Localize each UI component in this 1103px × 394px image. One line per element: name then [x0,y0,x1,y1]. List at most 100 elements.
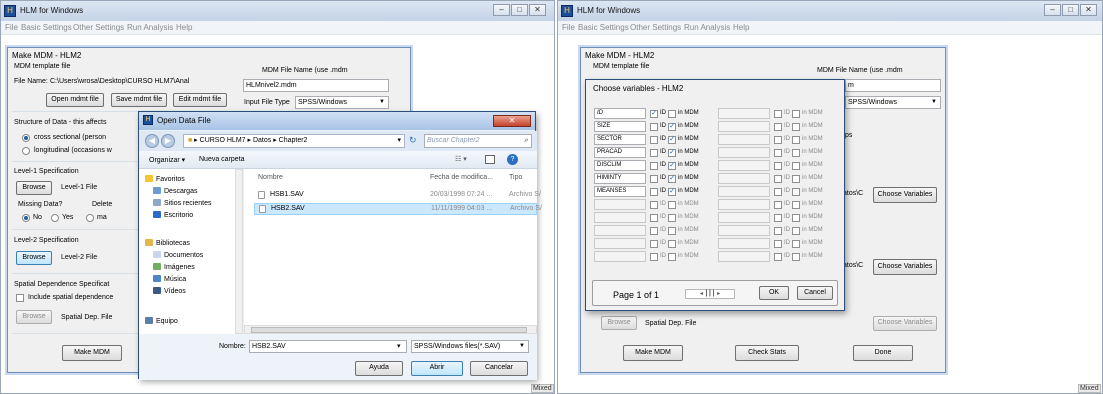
nav-videos[interactable]: Vídeos [153,287,186,295]
done-button[interactable]: Done [853,345,913,361]
variable-name-field[interactable] [594,251,646,262]
menu-file[interactable]: File [5,23,18,32]
nav-downloads[interactable]: Descargas [153,187,197,195]
dialog-close-icon[interactable]: ✕ [493,115,531,127]
choose-variables-level2-button[interactable]: Choose Variables [873,259,937,275]
variable-name-field[interactable] [718,121,770,132]
in-mdm-checkbox[interactable]: ✓ [668,136,676,144]
in-mdm-checkbox[interactable] [792,240,800,248]
variable-name-field[interactable] [718,147,770,158]
save-mdmt-button[interactable]: Save mdmt file [111,93,167,107]
variable-name-field[interactable]: SIZE [594,121,646,132]
in-mdm-checkbox[interactable] [792,227,800,235]
variable-name-field[interactable]: SECTOR [594,134,646,145]
view-options-icon[interactable]: ☷ ▾ [455,155,467,163]
in-mdm-checkbox[interactable] [792,123,800,131]
in-mdm-checkbox[interactable]: ✓ [668,149,676,157]
nav-desktop[interactable]: Escritorio [153,211,193,219]
longitudinal-radio[interactable] [22,147,30,155]
in-mdm-checkbox[interactable] [792,149,800,157]
close-icon[interactable]: ✕ [1080,4,1097,16]
id-checkbox[interactable] [774,162,782,170]
in-mdm-checkbox[interactable] [792,201,800,209]
close-icon[interactable]: ✕ [529,4,546,16]
minimize-icon[interactable]: – [1044,4,1061,16]
mdm-name-field[interactable]: HLMnivel2.mdm [243,79,389,92]
variable-name-field[interactable] [718,251,770,262]
browse-level2-button[interactable]: Browse [16,251,52,265]
variable-name-field[interactable] [718,173,770,184]
id-checkbox[interactable] [650,149,658,157]
id-checkbox[interactable] [650,162,658,170]
variable-name-field[interactable] [594,199,646,210]
nav-images[interactable]: Imágenes [153,263,195,271]
make-mdm-button[interactable]: Make MDM [62,345,122,361]
menu-other-settings[interactable]: Other Settings [630,23,681,32]
variable-name-field[interactable] [718,108,770,119]
nav-recent[interactable]: Sitios recientes [153,199,211,207]
make-mdm-button[interactable]: Make MDM [623,345,683,361]
chevron-down-icon[interactable]: ▾ [397,342,401,350]
back-icon[interactable]: ◀ [145,134,159,148]
maximize-icon[interactable]: □ [1062,4,1079,16]
in-mdm-checkbox[interactable] [668,214,676,222]
variable-name-field[interactable] [594,212,646,223]
preview-pane-icon[interactable] [485,155,495,164]
variable-name-field[interactable] [718,199,770,210]
missing-yes-radio[interactable] [51,214,59,222]
id-checkbox[interactable] [774,201,782,209]
id-checkbox[interactable] [774,240,782,248]
id-checkbox[interactable] [650,214,658,222]
horizontal-scrollbar[interactable] [244,325,537,334]
id-checkbox[interactable] [774,214,782,222]
in-mdm-checkbox[interactable] [792,162,800,170]
browse-spatial-button[interactable]: Browse [601,316,637,330]
dialog-title-bar[interactable]: H Open Data File ✕ [139,112,535,130]
open-button[interactable]: Abrir [411,361,463,376]
nav-music[interactable]: Música [153,275,186,283]
menu-file[interactable]: File [562,23,575,32]
refresh-icon[interactable]: ↻ [409,135,417,146]
variable-name-field[interactable]: MEANSES [594,186,646,197]
nav-libraries[interactable]: Bibliotecas [145,239,190,247]
in-mdm-checkbox[interactable] [668,240,676,248]
input-type-select[interactable]: SPSS/Windows [845,96,941,109]
file-row[interactable]: HSB1.SAV 20/03/1998 07:24 ... Archivo S/ [244,189,541,201]
in-mdm-checkbox[interactable]: ✓ [668,123,676,131]
organize-button[interactable]: Organizar ▾ [149,156,185,164]
id-checkbox[interactable] [774,110,782,118]
in-mdm-checkbox[interactable] [792,136,800,144]
choose-variables-level1-button[interactable]: Choose Variables [873,187,937,203]
in-mdm-checkbox[interactable] [792,175,800,183]
new-folder-button[interactable]: Nueva carpeta [199,156,245,163]
variable-name-field[interactable] [718,212,770,223]
maximize-icon[interactable]: □ [511,4,528,16]
id-checkbox[interactable] [650,136,658,144]
make-mdm-radio[interactable] [86,214,94,222]
variable-name-field[interactable] [718,134,770,145]
id-checkbox[interactable]: ✓ [650,110,658,118]
nav-computer[interactable]: Equipo [145,317,178,325]
in-mdm-checkbox[interactable] [792,214,800,222]
id-checkbox[interactable] [650,201,658,209]
page-scrollbar[interactable]: ◂ ┃┃┃ ▸ [685,289,735,299]
cross-sectional-radio[interactable] [22,134,30,142]
browse-level1-button[interactable]: Browse [16,181,52,195]
nav-favorites[interactable]: Favoritos [145,175,185,183]
variable-name-field[interactable] [718,225,770,236]
column-date[interactable]: Fecha de modifica... [430,174,493,181]
id-checkbox[interactable] [774,253,782,261]
menu-basic-settings[interactable]: Basic Settings [578,23,629,32]
id-checkbox[interactable] [774,227,782,235]
menu-other-settings[interactable]: Other Settings [73,23,124,32]
variable-name-field[interactable] [594,225,646,236]
in-mdm-checkbox[interactable] [668,110,676,118]
variable-name-field[interactable] [718,238,770,249]
in-mdm-checkbox[interactable] [668,227,676,235]
in-mdm-checkbox[interactable] [792,253,800,261]
minimize-icon[interactable]: – [493,4,510,16]
variable-name-field[interactable] [594,238,646,249]
search-input[interactable]: Buscar Chapter2 ⌕ [424,134,532,148]
nav-scrollbar[interactable] [235,169,243,334]
mdm-name-field[interactable]: m [845,79,941,92]
